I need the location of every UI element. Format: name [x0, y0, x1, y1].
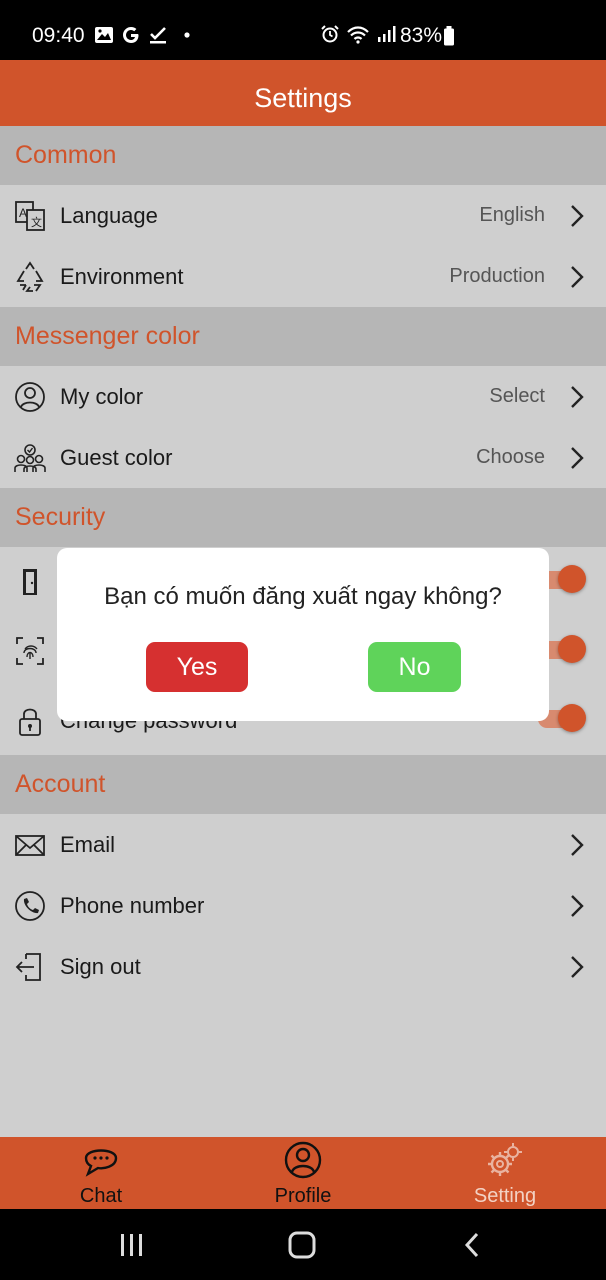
chevron-right-icon	[571, 266, 584, 288]
recycle-icon	[16, 261, 44, 292]
battery-icon	[444, 26, 454, 46]
row-label: Sign out	[60, 954, 141, 979]
mail-icon	[15, 835, 45, 856]
bottom-nav: Chat Profile Setting	[0, 1137, 606, 1209]
translate-icon: A文	[15, 201, 45, 231]
home-icon[interactable]	[288, 1231, 316, 1259]
chevron-right-icon	[571, 834, 584, 856]
google-icon	[123, 27, 139, 43]
section-header-account: Account	[0, 755, 606, 814]
phone-icon	[15, 891, 45, 921]
profile-icon	[284, 1141, 322, 1179]
nav-setting[interactable]: Setting	[404, 1137, 606, 1209]
fingerprint-icon	[16, 637, 44, 665]
svg-text:A: A	[19, 206, 27, 220]
status-time: 09:40	[32, 24, 85, 47]
battery-percentage: 83%	[400, 24, 443, 47]
row-value: English	[479, 204, 545, 226]
task-icon	[150, 27, 166, 44]
chevron-right-icon	[571, 956, 584, 978]
row-sign-out[interactable]: Sign out	[0, 936, 606, 997]
wifi-icon	[347, 26, 369, 44]
row-language[interactable]: A文 Language English	[0, 185, 606, 246]
row-label: Guest color	[60, 445, 173, 470]
nav-label: Profile	[274, 1185, 332, 1207]
system-navigation-bar	[0, 1209, 606, 1280]
yes-button[interactable]: Yes	[146, 642, 248, 692]
row-environment[interactable]: Environment Production	[0, 246, 606, 307]
section-header-common: Common	[0, 126, 606, 185]
nav-label: Chat	[79, 1185, 123, 1207]
dialog-message: Bạn có muốn đăng xuất ngay không?	[104, 583, 502, 610]
section-title: Messenger color	[15, 322, 200, 350]
section-title: Account	[15, 770, 106, 798]
user-circle-icon	[15, 382, 45, 412]
lock-icon	[19, 708, 41, 736]
row-label: Email	[60, 832, 116, 857]
section-header-security: Security	[0, 488, 606, 547]
nav-profile[interactable]: Profile	[202, 1137, 404, 1209]
row-guest-color[interactable]: Guest color Choose	[0, 427, 606, 488]
sign-out-confirm-dialog: Bạn có muốn đăng xuất ngay không? Yes No	[57, 548, 549, 721]
row-value: Production	[449, 265, 545, 287]
toggle-knob	[558, 565, 586, 593]
recent-apps-icon[interactable]	[118, 1233, 146, 1257]
signal-icon	[378, 26, 396, 42]
row-label: Language	[60, 203, 158, 228]
nav-label: Setting	[473, 1185, 537, 1207]
row-phone-number[interactable]: Phone number	[0, 875, 606, 936]
back-icon[interactable]	[462, 1231, 482, 1259]
nav-chat[interactable]: Chat	[0, 1137, 202, 1209]
status-bar: 09:40 83%	[0, 0, 606, 60]
chat-icon	[84, 1149, 118, 1177]
row-label: Environment	[60, 264, 184, 289]
svg-text:文: 文	[31, 215, 42, 229]
dot-icon	[184, 32, 190, 38]
section-header-messenger-color: Messenger color	[0, 307, 606, 366]
no-button[interactable]: No	[368, 642, 461, 692]
row-email[interactable]: Email	[0, 814, 606, 875]
row-label: My color	[60, 384, 144, 409]
toggle-knob	[558, 704, 586, 732]
chevron-right-icon	[571, 386, 584, 408]
row-value: Choose	[476, 446, 545, 468]
door-icon	[23, 569, 37, 595]
gear-icon	[488, 1143, 522, 1176]
alarm-icon	[321, 25, 339, 43]
chevron-right-icon	[571, 205, 584, 227]
chevron-right-icon	[571, 447, 584, 469]
image-icon	[95, 27, 113, 43]
toggle-knob	[558, 635, 586, 663]
row-value: Select	[489, 385, 545, 407]
app-header: Settings	[0, 60, 606, 126]
section-title: Common	[15, 141, 117, 169]
chevron-right-icon	[571, 895, 584, 917]
page-title: Settings	[254, 83, 352, 113]
sign-out-icon	[15, 953, 41, 981]
row-my-color[interactable]: My color Select	[0, 366, 606, 427]
group-icon	[14, 444, 46, 472]
section-title: Security	[15, 503, 106, 531]
row-label: Phone number	[60, 893, 205, 918]
